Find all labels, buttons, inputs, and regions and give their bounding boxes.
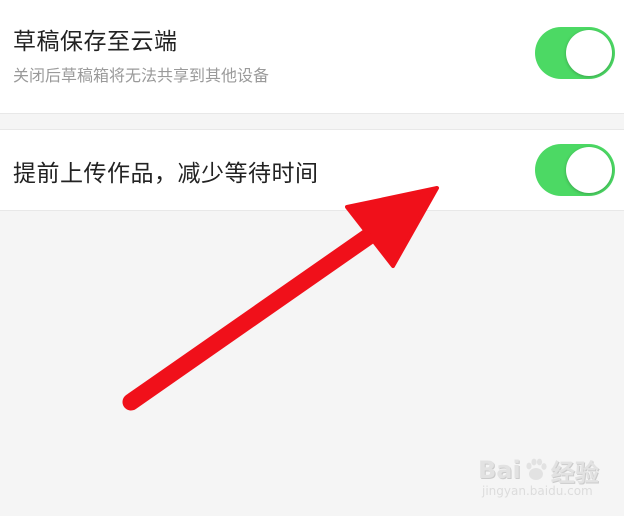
- early-upload-toggle[interactable]: [535, 144, 615, 196]
- draft-cloud-title: 草稿保存至云端: [13, 29, 178, 55]
- early-upload-setting-row: 提前上传作品，减少等待时间: [0, 129, 624, 211]
- watermark-brand-left: Bai: [478, 456, 521, 484]
- draft-cloud-setting-row: 草稿保存至云端 关闭后草稿箱将无法共享到其他设备: [0, 0, 624, 114]
- watermark-url: jingyan.baidu.com: [482, 484, 593, 498]
- baidu-jingyan-watermark: Bai 经验 jingyan.baidu.com: [478, 450, 618, 506]
- draft-cloud-description: 关闭后草稿箱将无法共享到其他设备: [13, 66, 270, 85]
- baidu-paw-icon: [526, 458, 547, 480]
- toggle-knob: [566, 30, 612, 76]
- draft-cloud-toggle[interactable]: [535, 27, 615, 79]
- early-upload-title: 提前上传作品，减少等待时间: [13, 161, 319, 187]
- watermark-brand-right: 经验: [550, 458, 599, 487]
- toggle-knob: [566, 147, 612, 193]
